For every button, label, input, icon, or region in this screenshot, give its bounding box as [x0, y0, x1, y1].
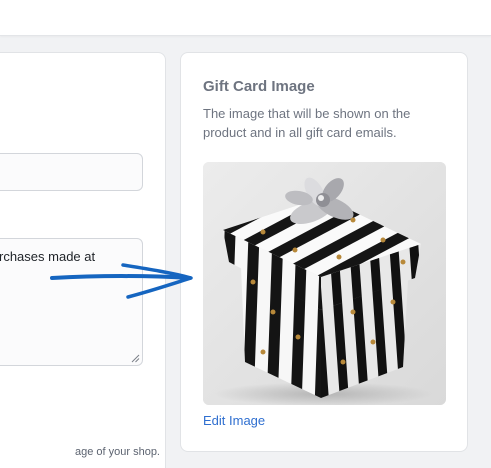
resize-grip-icon[interactable]: [131, 354, 140, 363]
field-help-text: age of your shop.: [74, 446, 160, 458]
card-title: Gift Card Image: [203, 78, 315, 95]
card-description: The image that will be shown on the prod…: [203, 106, 411, 140]
name-input[interactable]: [0, 153, 143, 191]
edit-image-link[interactable]: Edit Image: [203, 413, 265, 428]
top-bar: [0, 0, 491, 36]
annotation-arrow-icon: [50, 263, 193, 299]
gift-card-image: [203, 162, 446, 405]
